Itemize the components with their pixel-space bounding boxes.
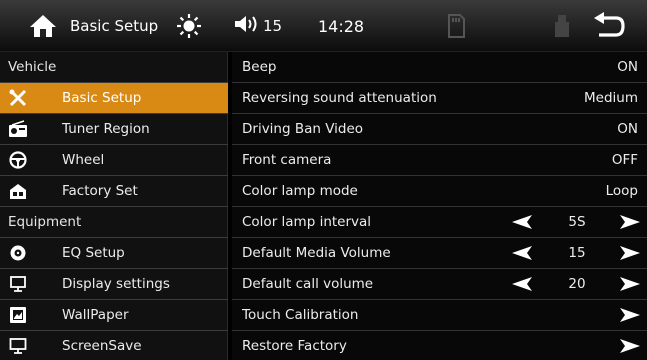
- sidebar-item-eq-setup[interactable]: EQ Setup: [0, 238, 228, 268]
- setting-value: 15: [568, 245, 586, 261]
- volume-level: 15: [263, 17, 283, 35]
- increase-arrow-icon[interactable]: [620, 215, 640, 233]
- setting-value[interactable]: Medium: [584, 90, 638, 106]
- clock: 14:28: [318, 16, 365, 36]
- chevron-right-icon[interactable]: [620, 308, 640, 326]
- setting-row-touch-calibration[interactable]: Touch Calibration: [232, 300, 647, 330]
- section-header-equipment: Equipment: [8, 214, 82, 230]
- settings-list: Beep ON Reversing sound attenuation Medi…: [232, 52, 647, 360]
- setting-label: Beep: [242, 59, 277, 75]
- sidebar-item-label: Wheel: [62, 152, 105, 168]
- sidebar-item-wheel[interactable]: Wheel: [0, 145, 228, 175]
- factory-icon: [8, 181, 28, 201]
- sidebar-item-factory-set[interactable]: Factory Set: [0, 176, 228, 206]
- usb-icon: [554, 0, 570, 52]
- wallpaper-icon: [8, 305, 28, 325]
- monitor-icon: [8, 336, 28, 356]
- setting-row-front-camera[interactable]: Front camera OFF: [232, 145, 647, 175]
- setting-label: Touch Calibration: [242, 307, 359, 323]
- setting-label: Front camera: [242, 152, 332, 168]
- decrease-arrow-icon[interactable]: [512, 277, 532, 295]
- sidebar-item-label: Basic Setup: [62, 90, 142, 106]
- setting-row-reversing-sound-attenuation[interactable]: Reversing sound attenuation Medium: [232, 83, 647, 113]
- setting-label: Restore Factory: [242, 338, 347, 354]
- steering-wheel-icon: [8, 150, 28, 170]
- setting-value: 5S: [568, 214, 586, 230]
- sidebar-item-label: ScreenSave: [62, 338, 142, 354]
- radio-icon: [8, 119, 28, 139]
- sd-card-icon: [447, 0, 465, 52]
- increase-arrow-icon[interactable]: [620, 277, 640, 295]
- setting-label: Default Media Volume: [242, 245, 391, 261]
- volume-indicator[interactable]: 15: [234, 0, 282, 52]
- sidebar-item-label: Display settings: [62, 276, 170, 292]
- sidebar-item-wallpaper[interactable]: WallPaper: [0, 300, 228, 330]
- sidebar: Vehicle Basic Setup Tuner Region Wheel F…: [0, 52, 228, 360]
- sidebar-item-label: Factory Set: [62, 183, 138, 199]
- setting-label: Color lamp mode: [242, 183, 358, 199]
- setting-value: 20: [568, 276, 586, 292]
- top-bar: Basic Setup 15 14:28: [0, 0, 647, 52]
- setting-value[interactable]: OFF: [612, 152, 638, 168]
- sidebar-item-label: WallPaper: [62, 307, 129, 323]
- sidebar-item-basic-setup[interactable]: Basic Setup: [0, 83, 228, 113]
- setting-label: Default call volume: [242, 276, 374, 292]
- setting-value[interactable]: Loop: [606, 183, 638, 199]
- sidebar-item-label: EQ Setup: [62, 245, 125, 261]
- setting-row-default-call-volume: Default call volume 20: [232, 269, 647, 299]
- setting-row-driving-ban-video[interactable]: Driving Ban Video ON: [232, 114, 647, 144]
- setting-row-beep[interactable]: Beep ON: [232, 52, 647, 82]
- decrease-arrow-icon[interactable]: [512, 246, 532, 264]
- sidebar-item-display-settings[interactable]: Display settings: [0, 269, 228, 299]
- home-icon[interactable]: [28, 0, 58, 52]
- speaker-icon: [234, 15, 260, 37]
- setting-label: Reversing sound attenuation: [242, 90, 437, 106]
- display-icon: [8, 274, 28, 294]
- setting-row-color-lamp-interval: Color lamp interval 5S: [232, 207, 647, 237]
- setting-value[interactable]: ON: [617, 121, 638, 137]
- setting-label: Driving Ban Video: [242, 121, 364, 137]
- sidebar-item-label: Tuner Region: [62, 121, 150, 137]
- sidebar-item-tuner-region[interactable]: Tuner Region: [0, 114, 228, 144]
- chevron-right-icon[interactable]: [620, 339, 640, 357]
- section-header-vehicle: Vehicle: [8, 59, 57, 75]
- setting-value[interactable]: ON: [617, 59, 638, 75]
- setting-row-default-media-volume: Default Media Volume 15: [232, 238, 647, 268]
- sidebar-item-screensave[interactable]: ScreenSave: [0, 331, 228, 360]
- sun-icon[interactable]: [176, 0, 202, 52]
- page-title: Basic Setup: [70, 17, 159, 35]
- eq-icon: [8, 243, 28, 263]
- decrease-arrow-icon[interactable]: [512, 215, 532, 233]
- setting-row-color-lamp-mode[interactable]: Color lamp mode Loop: [232, 176, 647, 206]
- setting-label: Color lamp interval: [242, 214, 372, 230]
- increase-arrow-icon[interactable]: [620, 246, 640, 264]
- setting-row-restore-factory[interactable]: Restore Factory: [232, 331, 647, 360]
- back-arrow-icon[interactable]: [592, 0, 626, 52]
- tools-icon: [8, 88, 28, 108]
